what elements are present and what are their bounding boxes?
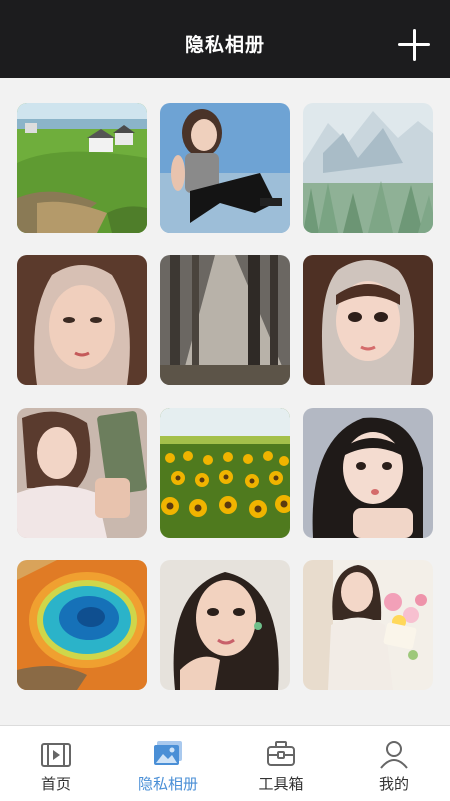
tab-private-album-label: 隐私相册 (137, 775, 198, 793)
tab-me[interactable]: 我的 (338, 726, 450, 801)
photo-forest-sunrays[interactable] (160, 255, 290, 385)
photo-girl-portrait-1[interactable] (17, 255, 147, 385)
photo-sunflower-field[interactable] (160, 408, 290, 538)
photo-girl-pout[interactable] (303, 408, 433, 538)
image-icon (154, 741, 182, 765)
photo-grid (0, 78, 450, 723)
photo-girl-portrait-2[interactable] (303, 255, 433, 385)
photo-coastal-village[interactable] (17, 103, 147, 233)
bottom-tab-bar: 首页 隐私相册 工具箱 我的 (0, 725, 450, 801)
photo-snow-mountains[interactable] (303, 103, 433, 233)
film-icon (41, 743, 71, 767)
photo-girl-hand-chin[interactable] (160, 560, 290, 690)
user-icon (380, 741, 408, 769)
app-header: 隐私相册 (0, 0, 450, 78)
toolbox-icon (267, 741, 295, 766)
photo-girl-reading[interactable] (17, 408, 147, 538)
photo-girl-sitting[interactable] (160, 103, 290, 233)
photo-girl-flowers[interactable] (303, 560, 433, 690)
page-title: 隐私相册 (184, 34, 265, 56)
tab-toolbox[interactable]: 工具箱 (225, 726, 337, 801)
photo-hot-spring[interactable] (17, 560, 147, 690)
tab-home-label: 首页 (40, 775, 71, 793)
tab-me-label: 我的 (378, 775, 409, 793)
add-photo-button[interactable] (398, 29, 430, 61)
tab-private-album[interactable]: 隐私相册 (112, 726, 224, 801)
tab-home[interactable]: 首页 (0, 726, 112, 801)
tab-toolbox-label: 工具箱 (258, 775, 304, 793)
